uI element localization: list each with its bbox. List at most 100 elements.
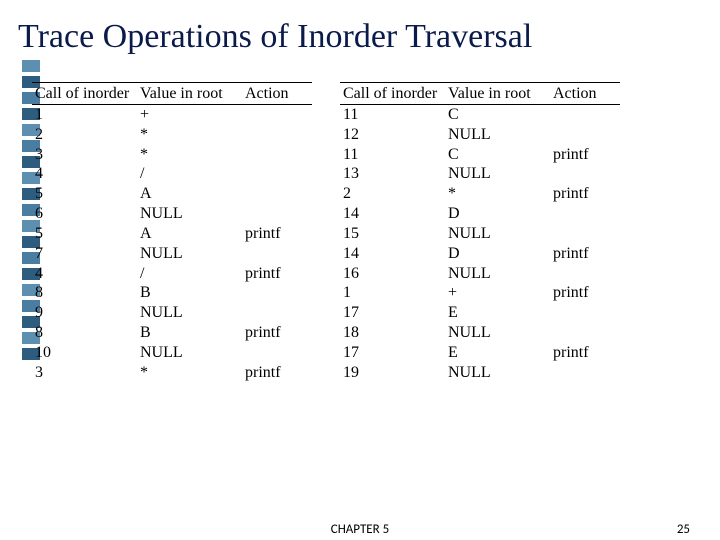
col-action: Action (242, 83, 312, 105)
cell-call: 9 (32, 303, 137, 323)
cell-call: 11 (340, 105, 445, 125)
cell-action (242, 244, 312, 264)
cell-value: NULL (137, 303, 242, 323)
table-row: 19NULL (340, 363, 620, 383)
cell-action: printf (242, 363, 312, 383)
col-action: Action (550, 83, 620, 105)
cell-value: NULL (445, 363, 550, 383)
cell-call: 6 (32, 204, 137, 224)
cell-call: 5 (32, 224, 137, 244)
cell-action: printf (242, 323, 312, 343)
cell-value: NULL (445, 164, 550, 184)
cell-value: E (445, 343, 550, 363)
trace-tables: Call of inorder Value in root Action 1+2… (32, 82, 702, 383)
cell-value: C (445, 145, 550, 165)
cell-action (550, 164, 620, 184)
cell-value: * (137, 363, 242, 383)
table-row: 12NULL (340, 125, 620, 145)
cell-action (550, 105, 620, 125)
cell-value: A (137, 184, 242, 204)
cell-call: 10 (32, 343, 137, 363)
cell-value: NULL (445, 224, 550, 244)
cell-value: C (445, 105, 550, 125)
col-call: Call of inorder (32, 83, 137, 105)
table-row: 3* (32, 145, 312, 165)
table-row: 3*printf (32, 363, 312, 383)
cell-call: 15 (340, 224, 445, 244)
cell-call: 17 (340, 343, 445, 363)
cell-action (242, 343, 312, 363)
cell-action: printf (242, 224, 312, 244)
cell-action: printf (550, 184, 620, 204)
cell-call: 18 (340, 323, 445, 343)
table-row: 2* (32, 125, 312, 145)
cell-call: 1 (340, 283, 445, 303)
table-row: 1+printf (340, 283, 620, 303)
cell-value: B (137, 323, 242, 343)
cell-action (550, 204, 620, 224)
table-row: 5A (32, 184, 312, 204)
cell-value: * (137, 145, 242, 165)
cell-value: NULL (445, 323, 550, 343)
cell-value: / (137, 164, 242, 184)
cell-action (242, 303, 312, 323)
table-row: 6NULL (32, 204, 312, 224)
cell-value: NULL (445, 264, 550, 284)
cell-action (550, 363, 620, 383)
table-row: 17E (340, 303, 620, 323)
cell-action: printf (550, 145, 620, 165)
table-row: 4/ (32, 164, 312, 184)
table-row: 11Cprintf (340, 145, 620, 165)
cell-value: D (445, 244, 550, 264)
table-row: 14D (340, 204, 620, 224)
slide-title: Trace Operations of Inorder Traversal (18, 18, 532, 56)
table-row: 15NULL (340, 224, 620, 244)
cell-call: 7 (32, 244, 137, 264)
table-row: 18NULL (340, 323, 620, 343)
table-row: 8B (32, 283, 312, 303)
chapter-label: CHAPTER 5 (331, 522, 389, 537)
table-row: 2*printf (340, 184, 620, 204)
table-row: 11C (340, 105, 620, 125)
col-call: Call of inorder (340, 83, 445, 105)
cell-value: D (445, 204, 550, 224)
cell-action (550, 323, 620, 343)
table-row: 9NULL (32, 303, 312, 323)
cell-call: 5 (32, 184, 137, 204)
col-value: Value in root (137, 83, 242, 105)
cell-call: 4 (32, 164, 137, 184)
cell-action (242, 145, 312, 165)
cell-action (242, 184, 312, 204)
cell-call: 19 (340, 363, 445, 383)
cell-call: 2 (340, 184, 445, 204)
cell-call: 3 (32, 145, 137, 165)
cell-action (242, 105, 312, 125)
col-value: Value in root (445, 83, 550, 105)
table-row: 10NULL (32, 343, 312, 363)
cell-value: A (137, 224, 242, 244)
cell-call: 8 (32, 323, 137, 343)
cell-value: NULL (137, 343, 242, 363)
cell-action: printf (550, 343, 620, 363)
cell-value: * (445, 184, 550, 204)
table-row: 16NULL (340, 264, 620, 284)
table-row: 13NULL (340, 164, 620, 184)
cell-value: NULL (137, 244, 242, 264)
table-row: 14Dprintf (340, 244, 620, 264)
cell-call: 8 (32, 283, 137, 303)
cell-action (242, 283, 312, 303)
table-row: 5Aprintf (32, 224, 312, 244)
trace-table-right: Call of inorder Value in root Action 11C… (340, 82, 620, 383)
cell-call: 2 (32, 125, 137, 145)
cell-value: * (137, 125, 242, 145)
cell-action (550, 125, 620, 145)
cell-action (550, 224, 620, 244)
cell-value: + (137, 105, 242, 125)
table-row: 8Bprintf (32, 323, 312, 343)
page-number: 25 (677, 522, 690, 537)
cell-value: NULL (445, 125, 550, 145)
cell-call: 4 (32, 264, 137, 284)
cell-call: 1 (32, 105, 137, 125)
cell-value: NULL (137, 204, 242, 224)
cell-call: 17 (340, 303, 445, 323)
